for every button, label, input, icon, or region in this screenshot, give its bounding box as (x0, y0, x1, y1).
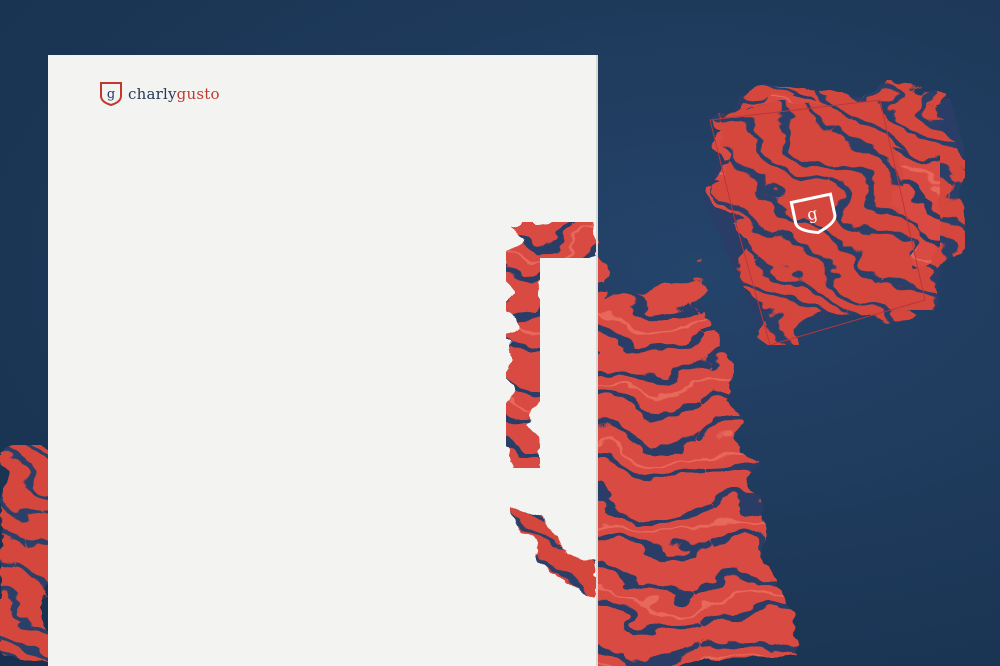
marble-sheet-left (0, 445, 48, 666)
letterhead-logo: g charlygusto (100, 82, 220, 106)
brand-name-part2: gusto (176, 84, 220, 103)
stationery-photo: g g charlygusto (0, 0, 1000, 666)
shield-logo-icon: g (100, 82, 122, 106)
brand-name-part1: charly (128, 84, 177, 103)
brand-name: charlygusto (128, 84, 220, 103)
logo-monogram: g (107, 87, 115, 102)
business-card-stack: g (705, 80, 965, 346)
letterhead-paper (48, 55, 598, 666)
